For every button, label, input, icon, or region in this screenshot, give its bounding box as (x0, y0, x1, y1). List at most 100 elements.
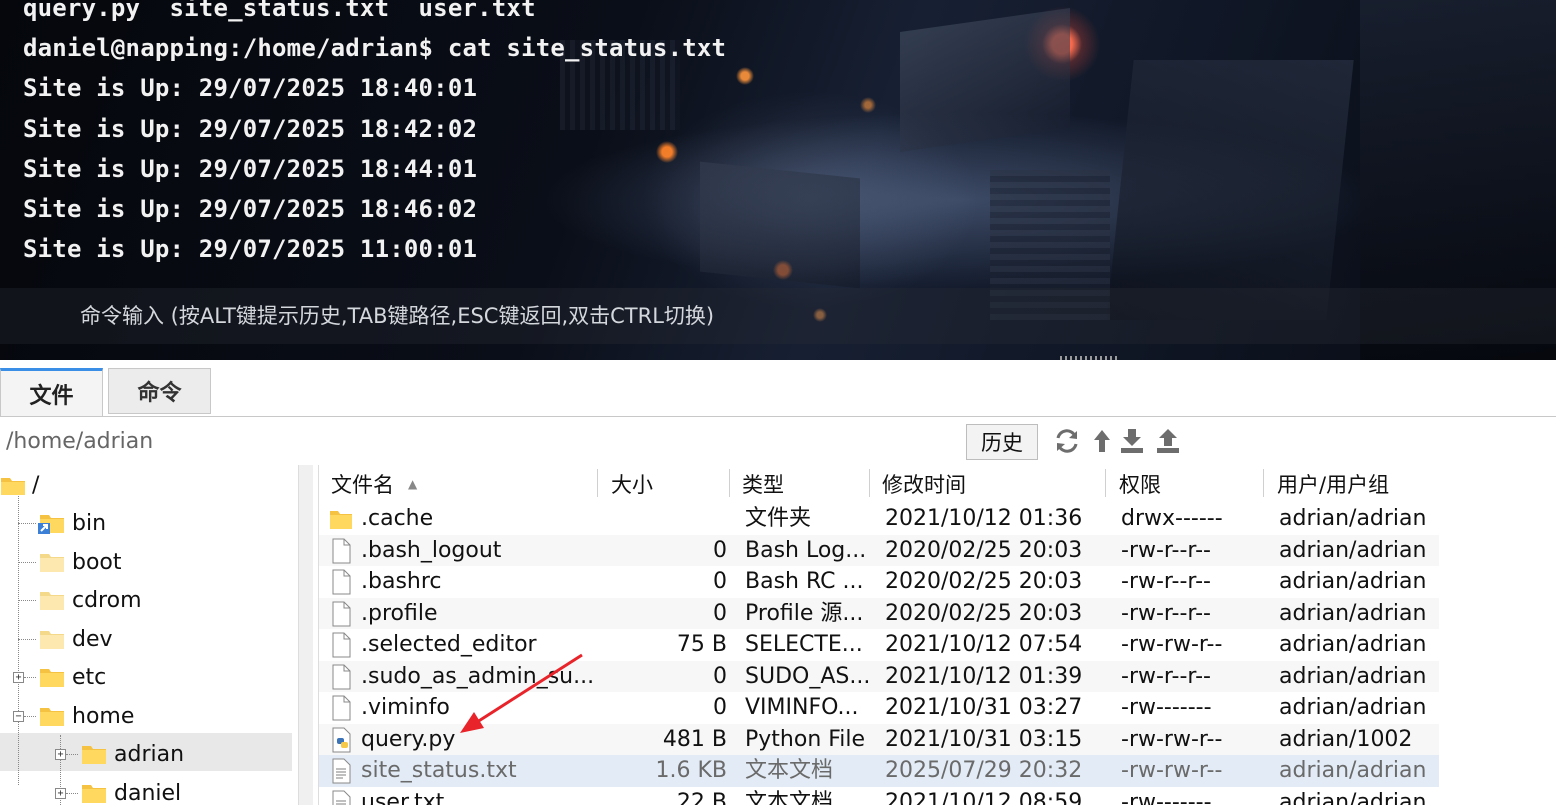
file-row[interactable]: .selected_editor 75 B SELECTE... 2021/10… (319, 629, 1439, 661)
column-header-type[interactable]: 类型 (742, 465, 784, 503)
terminal-line: Site is Up: 29/07/2025 11:00:01 (23, 235, 478, 264)
file-owner: adrian/adrian (1279, 537, 1427, 563)
file-list[interactable]: 文件名 ▲ 大小 类型 修改时间 权限 用户/用户组 .cache 文件夹 20… (318, 465, 1556, 805)
tree-item-root[interactable]: / (0, 467, 39, 503)
column-resize-handle[interactable] (1105, 469, 1106, 497)
tree-expand-icon[interactable]: + (13, 672, 24, 683)
tree-item-label: daniel (114, 780, 182, 805)
file-row[interactable]: .cache 文件夹 2021/10/12 01:36 drwx------ a… (319, 503, 1439, 535)
column-header-name[interactable]: 文件名 ▲ (331, 465, 417, 503)
tree-connector (24, 716, 36, 717)
tab-commands[interactable]: 命令 (108, 368, 211, 414)
terminal-line: Site is Up: 29/07/2025 18:42:02 (23, 114, 478, 143)
file-permissions: -rw-r--r-- (1121, 663, 1211, 689)
tree-item-etc[interactable]: etc (38, 659, 106, 695)
file-mtime: 2021/10/12 08:59 (885, 789, 1083, 805)
file-type: SUDO_AS... (745, 663, 869, 689)
tree-connector (66, 793, 78, 794)
background-shape (1106, 60, 1354, 320)
up-directory-icon[interactable] (1088, 427, 1116, 455)
file-type: Bash Log... (745, 537, 867, 563)
file-permissions: -rw-r--r-- (1121, 569, 1211, 594)
file-permissions: -rw------- (1121, 695, 1212, 720)
command-input-hint[interactable]: 命令输入 (按ALT键提示历史,TAB键路径,ESC键返回,双击CTRL切换) (80, 300, 714, 330)
column-resize-handle[interactable] (729, 469, 730, 497)
file-name: .bash_logout (361, 537, 502, 563)
column-resize-handle[interactable] (1263, 469, 1264, 497)
file-size: 0 (713, 695, 727, 720)
file-row[interactable]: .viminfo 0 VIMINFO... 2021/10/31 03:27 -… (319, 692, 1439, 724)
file-row[interactable]: user.txt 22 B 文本文档 2021/10/12 08:59 -rw-… (319, 787, 1439, 805)
directory-tree[interactable]: + − + + / bin boot cdrom dev etc home ad… (0, 465, 300, 805)
column-header-permissions[interactable]: 权限 (1119, 465, 1161, 503)
file-owner: adrian/adrian (1279, 695, 1427, 720)
tree-expand-icon[interactable]: + (55, 788, 66, 799)
file-icon (332, 695, 351, 721)
file-row[interactable]: .bash_logout 0 Bash Log... 2020/02/25 20… (319, 534, 1439, 566)
tree-item-home[interactable]: home (38, 698, 134, 734)
tree-item-label: boot (72, 549, 122, 575)
text-file-icon (332, 790, 351, 805)
file-owner: adrian/adrian (1279, 506, 1427, 531)
file-size: 75 B (676, 632, 727, 657)
tree-connector (24, 677, 36, 678)
file-size: 0 (713, 663, 727, 689)
column-resize-handle[interactable] (869, 469, 870, 497)
file-permissions: -rw-r--r-- (1121, 600, 1211, 626)
file-mtime: 2020/02/25 20:03 (885, 537, 1083, 563)
tree-item-label: cdrom (72, 587, 142, 613)
file-type: Profile 源... (745, 600, 864, 626)
tree-item-cdrom[interactable]: cdrom (38, 582, 142, 618)
tree-item-dev[interactable]: dev (38, 621, 113, 657)
tree-item-label: etc (72, 664, 107, 690)
file-type: VIMINFO... (745, 695, 859, 720)
file-owner: adrian/adrian (1279, 600, 1427, 626)
file-type: SELECTE... (745, 632, 863, 657)
tree-collapse-icon[interactable]: − (13, 711, 24, 722)
tree-item-label: / (32, 472, 40, 498)
file-row[interactable]: .bashrc 0 Bash RC ... 2020/02/25 20:03 -… (319, 566, 1439, 598)
column-header-size[interactable]: 大小 (611, 465, 653, 503)
tree-connector (18, 485, 19, 785)
terminal-line: Site is Up: 29/07/2025 18:44:01 (23, 154, 478, 183)
file-name: site_status.txt (361, 758, 517, 783)
column-header-label: 文件名 (331, 473, 394, 497)
file-mtime: 2021/10/31 03:27 (885, 695, 1083, 720)
folder-icon (40, 592, 64, 610)
tab-bar: 文件 命令 (0, 360, 1556, 417)
file-row[interactable]: query.py 481 B Python File 2021/10/31 03… (319, 723, 1439, 755)
background-shape (900, 8, 1070, 152)
tree-item-daniel[interactable]: daniel (80, 775, 181, 805)
file-mtime: 2020/02/25 20:03 (885, 600, 1083, 626)
folder-link-icon (38, 515, 64, 534)
refresh-icon[interactable] (1053, 427, 1081, 455)
tree-item-adrian[interactable]: adrian (80, 736, 184, 772)
file-row-selected[interactable]: site_status.txt 1.6 KB 文本文档 2025/07/29 2… (319, 755, 1439, 787)
tree-connector (18, 600, 36, 601)
path-input[interactable] (2, 425, 970, 457)
history-button[interactable]: 历史 (966, 424, 1038, 460)
download-icon[interactable] (1118, 427, 1146, 455)
tree-item-bin[interactable]: bin (38, 505, 106, 541)
tree-item-boot[interactable]: boot (38, 544, 122, 580)
folder-icon (82, 746, 106, 764)
column-header-mtime[interactable]: 修改时间 (882, 465, 966, 503)
file-row[interactable]: .profile 0 Profile 源... 2020/02/25 20:03… (319, 597, 1439, 629)
upload-icon[interactable] (1154, 427, 1182, 455)
tab-files[interactable]: 文件 (0, 368, 103, 416)
folder-icon (1, 478, 25, 495)
folder-icon (40, 631, 64, 649)
file-mtime: 2020/02/25 20:03 (885, 569, 1083, 594)
file-permissions: -rw-rw-r-- (1121, 632, 1223, 657)
file-name: .selected_editor (361, 632, 537, 657)
column-resize-handle[interactable] (597, 469, 598, 497)
tree-scrollbar[interactable] (298, 465, 313, 805)
column-header-owner[interactable]: 用户/用户组 (1277, 465, 1389, 503)
text-file-icon (332, 758, 351, 784)
terminal-pane[interactable]: query.py site_status.txt user.txt daniel… (0, 0, 1556, 360)
file-icon (332, 569, 351, 595)
tree-item-label: bin (72, 510, 107, 536)
tree-expand-icon[interactable]: + (55, 749, 66, 760)
file-row[interactable]: .sudo_as_admin_su... 0 SUDO_AS... 2021/1… (319, 660, 1439, 692)
file-permissions: -rw------- (1121, 789, 1212, 805)
